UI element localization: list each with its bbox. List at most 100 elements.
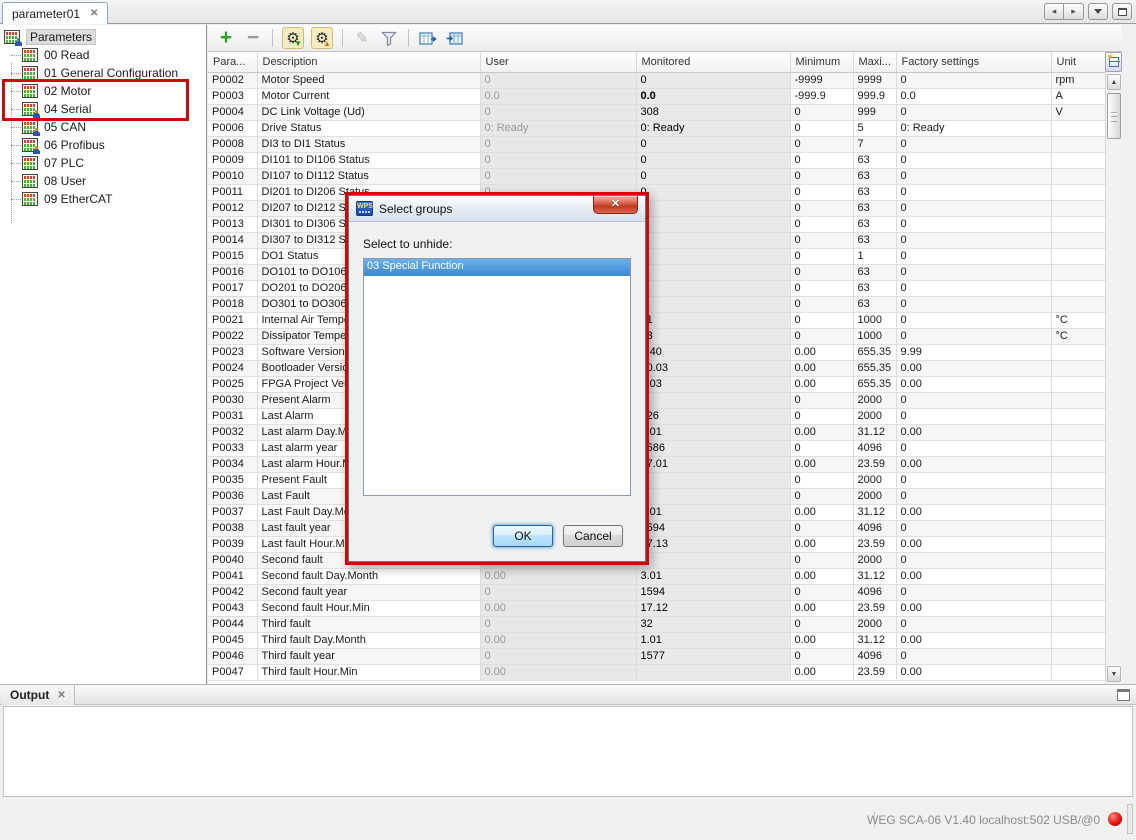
sidebar-item-01-general-configuration[interactable]: 01 General Configuration: [0, 64, 206, 82]
sidebar-item-parameters-root[interactable]: Parameters: [0, 28, 206, 46]
editor-tab-parameter01[interactable]: parameter01 ✕: [2, 2, 108, 24]
scrollbar-up-icon[interactable]: ▲: [1107, 74, 1121, 90]
tab-close-icon[interactable]: ✕: [90, 8, 98, 19]
cell[interactable]: 0.00: [480, 632, 636, 648]
table-row-P0006[interactable]: P0006Drive Status0: Ready0: Ready050: Re…: [208, 120, 1105, 136]
table-row-P0030[interactable]: P0030Present Alarm00020000: [208, 392, 1105, 408]
table-row-P0046[interactable]: P0046Third fault year01577040960: [208, 648, 1105, 664]
table-row-P0037[interactable]: P0037Last Fault Day.Month0.001.010.0031.…: [208, 504, 1105, 520]
table-vertical-scrollbar[interactable]: ▲ ▼: [1105, 72, 1122, 684]
table-row-P0047[interactable]: P0047Third fault Hour.Min0.000.0023.590.…: [208, 664, 1105, 680]
col-header-minimum[interactable]: Minimum: [790, 52, 853, 72]
cell[interactable]: 0: [480, 168, 636, 184]
table-row-P0015[interactable]: P0015DO1 Status00010: [208, 248, 1105, 264]
table-row-P0044[interactable]: P0044Third fault032020000: [208, 616, 1105, 632]
cell[interactable]: 0: [480, 616, 636, 632]
cell[interactable]: 0: Ready: [480, 120, 636, 136]
cell[interactable]: 0: [480, 648, 636, 664]
cell[interactable]: 0: [480, 152, 636, 168]
maximize-icon[interactable]: [1112, 3, 1132, 20]
dialog-close-icon[interactable]: ✕: [593, 196, 638, 214]
sidebar-item-09-ethercat[interactable]: 09 EtherCAT: [0, 190, 206, 208]
dialog-title-bar[interactable]: WPS Select groups ✕: [349, 196, 645, 222]
table-row-P0033[interactable]: P0033Last alarm year01586040960: [208, 440, 1105, 456]
table-row-P0010[interactable]: P0010DI107 to DI112 Status000630: [208, 168, 1105, 184]
groups-listbox[interactable]: 03 Special Function: [363, 258, 631, 496]
dialog-body: Select to unhide: 03 Special Function OK…: [349, 223, 645, 561]
tab-list-dropdown-icon[interactable]: [1088, 3, 1108, 20]
cell[interactable]: 0.00: [480, 568, 636, 584]
cell[interactable]: 0: [480, 136, 636, 152]
table-row-P0023[interactable]: P0023Software Version0.001.400.00655.359…: [208, 344, 1105, 360]
ok-button[interactable]: OK: [493, 525, 553, 547]
table-row-P0038[interactable]: P0038Last fault year01594040960: [208, 520, 1105, 536]
table-row-P0021[interactable]: P0021Internal Air Temperature041010000°C: [208, 312, 1105, 328]
table-row-P0008[interactable]: P0008DI3 to DI1 Status00070: [208, 136, 1105, 152]
sidebar-item-08-user[interactable]: 08 User: [0, 172, 206, 190]
table-row-P0032[interactable]: P0032Last alarm Day.Month0.003.010.0031.…: [208, 424, 1105, 440]
table-row-P0016[interactable]: P0016DO101 to DO106 Status000630: [208, 264, 1105, 280]
scrollbar-thumb[interactable]: [1107, 93, 1121, 139]
sidebar-item-02-motor[interactable]: 02 Motor: [0, 82, 206, 100]
col-header-monitored[interactable]: Monitored: [636, 52, 790, 72]
table-row-P0045[interactable]: P0045Third fault Day.Month0.001.010.0031…: [208, 632, 1105, 648]
sidebar-item-06-profibus[interactable]: 06 Profibus: [0, 136, 206, 154]
table-row-P0034[interactable]: P0034Last alarm Hour.Min0.0017.010.0023.…: [208, 456, 1105, 472]
add-icon[interactable]: +: [216, 28, 236, 48]
table-row-P0036[interactable]: P0036Last Fault00020000: [208, 488, 1105, 504]
cell[interactable]: 0: [480, 104, 636, 120]
table-row-P0035[interactable]: P0035Present Fault00020000: [208, 472, 1105, 488]
cell[interactable]: 0: [480, 72, 636, 88]
read-from-drive-gear-icon[interactable]: ⚙▼: [282, 27, 304, 49]
col-header-user[interactable]: User: [480, 52, 636, 72]
edit-icon[interactable]: ✎: [352, 28, 372, 48]
table-row-P0041[interactable]: P0041Second fault Day.Month0.003.010.003…: [208, 568, 1105, 584]
table-row-P0042[interactable]: P0042Second fault year01594040960: [208, 584, 1105, 600]
import-table-icon[interactable]: [445, 28, 465, 48]
cell: DI3 to DI1 Status: [257, 136, 480, 152]
sidebar-item-05-can[interactable]: 05 CAN: [0, 118, 206, 136]
table-row-P0011[interactable]: P0011DI201 to DI206 Status000630: [208, 184, 1105, 200]
cell[interactable]: 0: [480, 584, 636, 600]
table-row-P0013[interactable]: P0013DI301 to DI306 Status000630: [208, 216, 1105, 232]
table-row-P0017[interactable]: P0017DO201 to DO206 Status000630: [208, 280, 1105, 296]
table-row-P0014[interactable]: P0014DI307 to DI312 Status000630: [208, 232, 1105, 248]
group-list-item[interactable]: 03 Special Function: [364, 259, 630, 276]
scroll-right-icon[interactable]: ▸: [1064, 3, 1084, 20]
table-row-P0039[interactable]: P0039Last fault Hour.Min0.0017.130.0023.…: [208, 536, 1105, 552]
sidebar-item-00-read[interactable]: 00 Read: [0, 46, 206, 64]
table-customize-icon[interactable]: [1105, 52, 1122, 72]
col-header-description[interactable]: Description: [257, 52, 480, 72]
scroll-left-icon[interactable]: ◂: [1044, 3, 1064, 20]
remove-icon[interactable]: −: [243, 28, 263, 48]
table-row-P0002[interactable]: P0002Motor Speed00-999999990rpm: [208, 72, 1105, 88]
sidebar-item-04-serial[interactable]: 04 Serial: [0, 100, 206, 118]
table-row-P0025[interactable]: P0025FPGA Project Version0.001.030.00655…: [208, 376, 1105, 392]
output-tab-close-icon[interactable]: ✕: [57, 690, 65, 701]
cell[interactable]: 0.00: [480, 600, 636, 616]
cell[interactable]: 0.0: [480, 88, 636, 104]
table-row-P0031[interactable]: P0031Last Alarm0126020000: [208, 408, 1105, 424]
filter-icon[interactable]: [379, 28, 399, 48]
write-to-drive-gear-icon[interactable]: ⚙▲: [311, 27, 333, 49]
col-header-unit[interactable]: Unit: [1051, 52, 1105, 72]
table-row-P0018[interactable]: P0018DO301 to DO306 Status000630: [208, 296, 1105, 312]
table-row-P0043[interactable]: P0043Second fault Hour.Min0.0017.120.002…: [208, 600, 1105, 616]
table-row-P0009[interactable]: P0009DI101 to DI106 Status000630: [208, 152, 1105, 168]
table-row-P0004[interactable]: P0004DC Link Voltage (Ud)030809990V: [208, 104, 1105, 120]
table-row-P0003[interactable]: P0003Motor Current0.00.0-999.9999.90.0A: [208, 88, 1105, 104]
table-row-P0022[interactable]: P0022Dissipator Temperature043010000°C: [208, 328, 1105, 344]
scrollbar-down-icon[interactable]: ▼: [1107, 666, 1121, 682]
col-header-maximum[interactable]: Maxi...: [853, 52, 896, 72]
table-row-P0040[interactable]: P0040Second fault02020000: [208, 552, 1105, 568]
export-table-icon[interactable]: [418, 28, 438, 48]
cell[interactable]: 0.00: [480, 664, 636, 680]
output-tab[interactable]: Output ✕: [2, 685, 75, 705]
cancel-button[interactable]: Cancel: [563, 525, 623, 547]
table-row-P0012[interactable]: P0012DI207 to DI212 Status000630: [208, 200, 1105, 216]
col-header-factory[interactable]: Factory settings: [896, 52, 1051, 72]
table-row-P0024[interactable]: P0024Bootloader Version0.0010.030.00655.…: [208, 360, 1105, 376]
output-restore-icon[interactable]: [1117, 689, 1130, 701]
sidebar-item-07-plc[interactable]: 07 PLC: [0, 154, 206, 172]
col-header-param[interactable]: Para...: [208, 52, 257, 72]
